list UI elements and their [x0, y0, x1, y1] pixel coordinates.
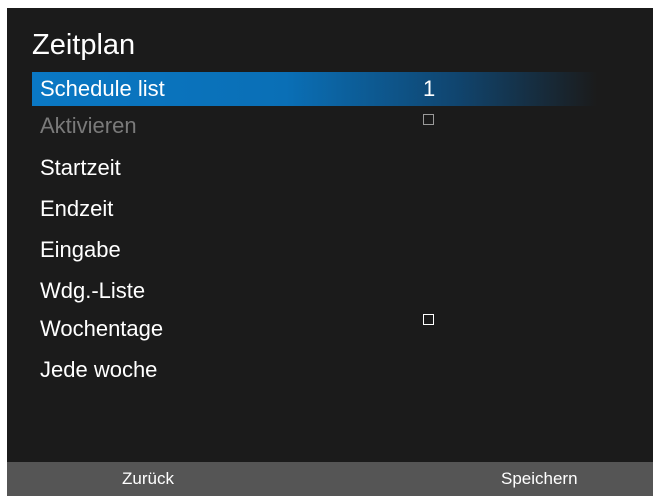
menu-item-endzeit[interactable]: Endzeit [32, 192, 597, 226]
back-button[interactable]: Zurück [122, 462, 174, 496]
menu-item-label: Eingabe [40, 237, 121, 262]
menu-item-label: Wdg.-Liste [40, 278, 146, 303]
save-button[interactable]: Speichern [501, 462, 578, 496]
menu-item-schedule-list[interactable]: Schedule list 1 [32, 72, 597, 106]
menu-item-label: Schedule list [40, 76, 165, 101]
menu-item-wdg-liste[interactable]: Wdg.-Liste [32, 274, 597, 308]
menu-item-label: Startzeit [40, 155, 121, 180]
wochentage-checkbox[interactable] [423, 314, 434, 325]
menu-item-wochentage[interactable]: Wochentage [32, 312, 597, 346]
footer-bar: Zurück Speichern [7, 462, 653, 496]
menu-title: Zeitplan [32, 29, 136, 61]
aktivieren-checkbox [423, 114, 434, 125]
menu-item-aktivieren: Aktivieren [32, 109, 597, 143]
menu-item-label: Endzeit [40, 196, 114, 221]
menu-item-startzeit[interactable]: Startzeit [32, 151, 597, 185]
schedule-list-value: 1 [423, 76, 436, 101]
menu-item-jede-woche[interactable]: Jede woche [32, 353, 597, 387]
menu-item-label: Aktivieren [40, 113, 137, 138]
menu-item-label: Wochentage [40, 316, 164, 341]
osd-screen: Zeitplan Schedule list 1 Aktivieren Star… [7, 8, 653, 496]
menu-item-label: Jede woche [40, 357, 158, 382]
menu-item-eingabe[interactable]: Eingabe [32, 233, 597, 267]
